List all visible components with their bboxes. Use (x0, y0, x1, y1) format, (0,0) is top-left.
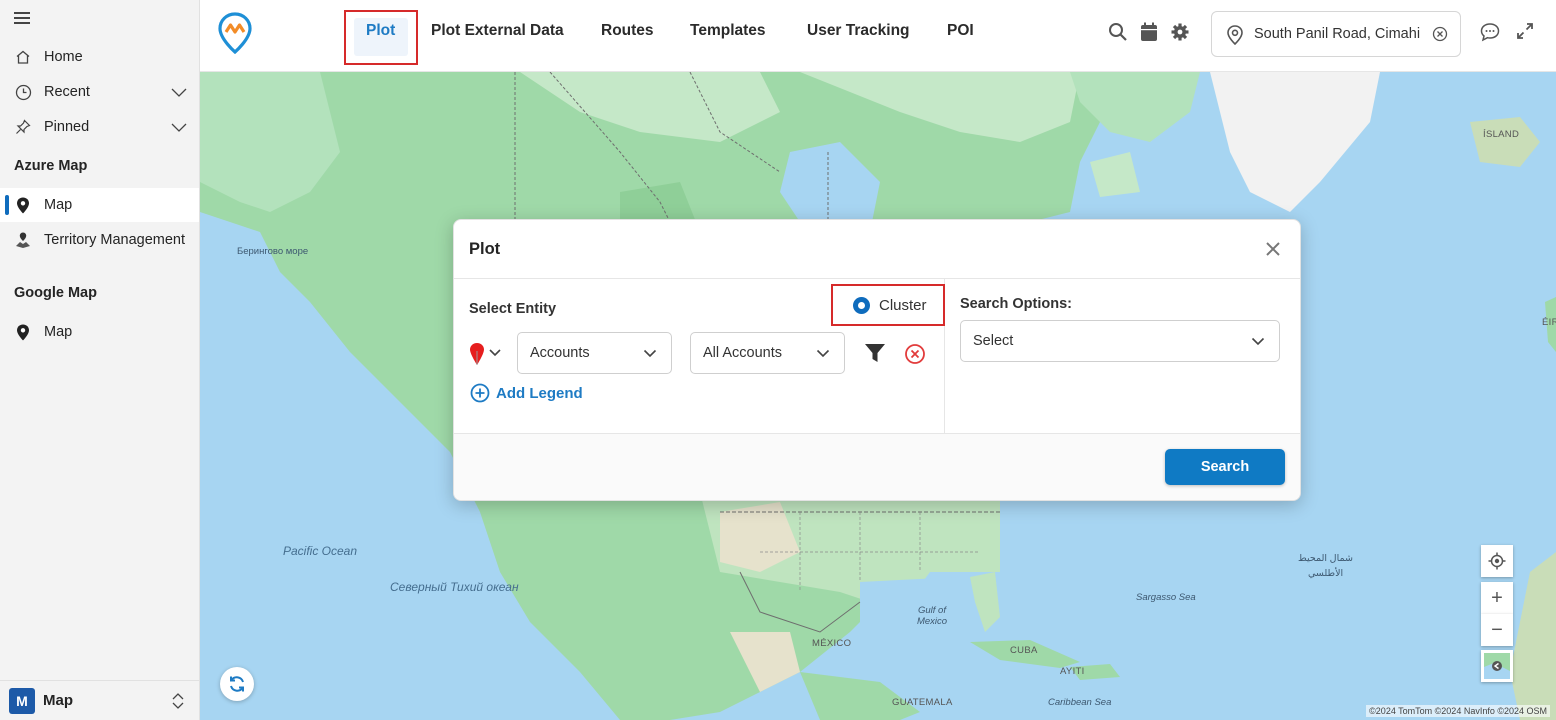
red-pin-icon (470, 343, 484, 365)
area-label: Map (43, 692, 73, 709)
cluster-option[interactable]: Cluster (831, 284, 945, 326)
clock-icon (14, 83, 32, 101)
map-pin-icon (14, 196, 32, 214)
search-options-value: Select (973, 333, 1014, 349)
location-search-field[interactable]: South Panil Road, Cimahi (1211, 11, 1461, 57)
sidebar-item-label: Map (44, 197, 73, 213)
sidebar-item-label: Home (44, 49, 83, 65)
map-pin-icon (14, 323, 32, 341)
map-label-haiti: AYITI (1060, 666, 1085, 677)
chevron-down-icon[interactable] (171, 84, 187, 104)
sidebar-item-label: Recent (44, 84, 90, 100)
sidebar-item-label: Territory Management (44, 232, 186, 248)
search-options-section: Search Options: Select (945, 279, 1301, 435)
map-label-guatemala: GUATEMALA (892, 697, 953, 708)
dialog-header: Plot (454, 220, 1300, 279)
entity-section: Select Entity Cluster Accounts All Accou… (454, 279, 945, 435)
select-entity-label: Select Entity (469, 301, 557, 317)
tab-routes[interactable]: Routes (601, 22, 654, 40)
gear-icon[interactable] (1170, 22, 1190, 42)
search-options-select[interactable]: Select (960, 320, 1280, 362)
map-label-atlantic-arabic-2: الأطلسي (1308, 568, 1344, 579)
tab-plot[interactable]: Plot (366, 22, 395, 40)
app-logo-icon (218, 12, 252, 57)
sidebar-item-label: Pinned (44, 119, 90, 135)
sidebar-item-azure-map[interactable]: Map (0, 188, 199, 222)
sidebar-item-home[interactable]: Home (0, 40, 199, 74)
map-label-bering-sea: Берингово море (237, 246, 309, 257)
map-label-north-pacific: Северный Тихий океан (390, 580, 519, 594)
area-switcher[interactable]: M Map (0, 680, 199, 720)
sidebar-item-google-map[interactable]: Map (0, 315, 199, 349)
add-legend-link[interactable]: Add Legend (470, 383, 583, 403)
dialog-footer: Search (454, 433, 1300, 500)
sidebar-item-pinned[interactable]: Pinned (0, 110, 199, 144)
tab-plot-external-data[interactable]: Plot External Data (431, 22, 564, 40)
refresh-button[interactable] (220, 667, 254, 701)
top-bar: Plot Plot External Data Routes Templates… (200, 0, 1556, 72)
area-badge: M (9, 687, 35, 714)
map-label-cuba: CUBA (1010, 645, 1038, 656)
chevron-down-icon (816, 346, 830, 360)
chevron-down-icon (489, 349, 501, 357)
tab-poi[interactable]: POI (947, 22, 974, 40)
clear-icon[interactable] (1432, 26, 1448, 42)
calendar-icon[interactable] (1140, 22, 1160, 42)
add-legend-label: Add Legend (496, 384, 583, 402)
map-label-gulf-of-mexico: Gulf of Mexico (916, 605, 948, 627)
hamburger-menu-icon[interactable] (14, 12, 30, 24)
location-text: South Panil Road, Cimahi (1254, 26, 1421, 42)
map-label-caribbean-sea: Caribbean Sea (1048, 697, 1112, 708)
sidebar: Home Recent Pinned Azure Map Map Territo… (0, 0, 200, 720)
tab-user-tracking[interactable]: User Tracking (807, 22, 910, 40)
location-pin-icon (1226, 25, 1244, 46)
crosshair-icon (1488, 552, 1506, 570)
zoom-out-button[interactable]: − (1481, 614, 1513, 646)
map-label-sargasso-sea: Sargasso Sea (1136, 592, 1196, 603)
close-icon[interactable] (1264, 240, 1282, 258)
map-label-mexico: MÉXICO (812, 638, 852, 649)
zoom-in-button[interactable]: + (1481, 582, 1513, 614)
plot-dialog: Plot Select Entity Cluster Accounts All … (453, 219, 1301, 501)
pin-icon (14, 118, 32, 136)
map-label-eire: ÉIR (1542, 317, 1556, 328)
remove-entity-icon[interactable] (904, 343, 926, 368)
map-label-atlantic-arabic-1: شمال المحيط (1298, 553, 1353, 564)
entity-select[interactable]: Accounts (517, 332, 672, 374)
search-icon[interactable] (1108, 22, 1128, 42)
tab-templates[interactable]: Templates (690, 22, 766, 40)
chevron-down-icon (643, 346, 657, 360)
view-select[interactable]: All Accounts (690, 332, 845, 374)
my-location-button[interactable] (1481, 545, 1513, 577)
filter-icon[interactable] (864, 343, 886, 366)
chat-icon[interactable] (1480, 22, 1500, 42)
chevron-down-icon (1251, 334, 1265, 348)
dialog-title: Plot (469, 239, 501, 258)
territory-icon (14, 231, 32, 249)
map-attribution: ©2024 TomTom ©2024 NavInfo ©2024 OSM (1366, 705, 1550, 717)
refresh-icon (230, 676, 244, 692)
chevron-down-icon[interactable] (171, 119, 187, 139)
sidebar-item-label: Map (44, 324, 73, 340)
map-label-pacific-ocean: Pacific Ocean (283, 544, 358, 558)
view-select-value: All Accounts (703, 345, 782, 361)
sidebar-item-territory-management[interactable]: Territory Management (0, 223, 199, 257)
search-button[interactable]: Search (1165, 449, 1285, 485)
sidebar-group-title: Google Map (14, 285, 97, 301)
chevron-up-down-icon[interactable] (171, 692, 185, 713)
sidebar-item-recent[interactable]: Recent (0, 75, 199, 109)
cluster-label: Cluster (879, 296, 927, 314)
search-options-label: Search Options: (960, 296, 1072, 312)
cluster-radio[interactable] (853, 296, 870, 314)
map-style-icon (1484, 653, 1510, 679)
expand-icon[interactable] (1516, 22, 1536, 42)
sidebar-group-title: Azure Map (14, 158, 88, 174)
home-icon (14, 48, 32, 66)
entity-select-value: Accounts (530, 345, 590, 361)
plus-circle-icon (470, 383, 490, 403)
map-style-button[interactable] (1481, 650, 1513, 682)
legend-marker-picker[interactable] (468, 342, 504, 369)
map-label-iceland: ÍSLAND (1483, 129, 1520, 140)
